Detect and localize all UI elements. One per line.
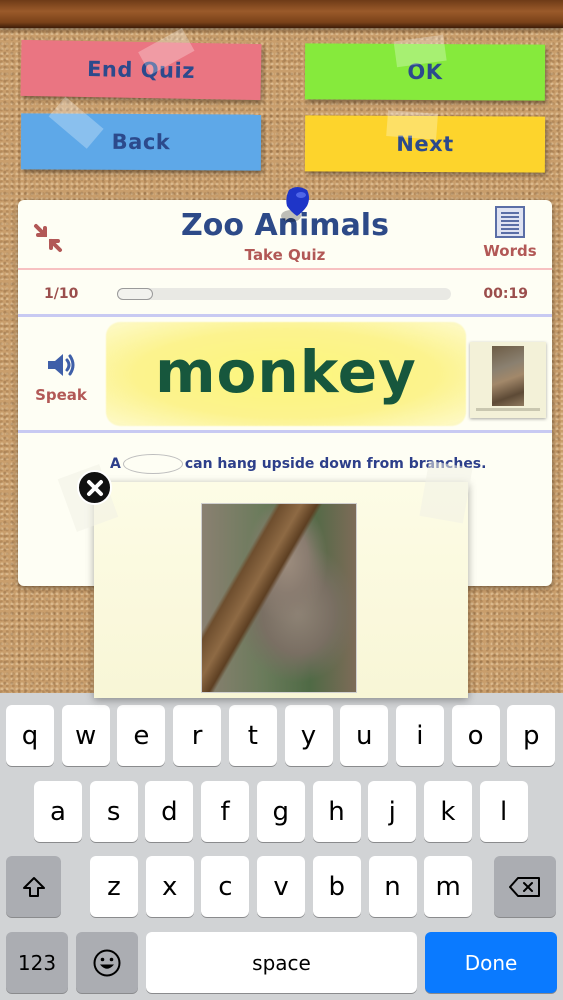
progress-fill (117, 288, 153, 300)
words-label: Words (483, 242, 537, 260)
thumbnail-caption (476, 408, 540, 411)
key-a[interactable]: a (34, 781, 82, 842)
key-o[interactable]: o (451, 705, 500, 766)
key-t[interactable]: t (228, 705, 277, 766)
shift-icon (22, 876, 45, 897)
timer: 00:19 (483, 286, 528, 302)
key-m[interactable]: m (424, 856, 473, 917)
ok-button[interactable]: OK (304, 34, 546, 101)
key-p[interactable]: p (507, 705, 556, 766)
next-button[interactable]: Next (304, 110, 546, 173)
key-b[interactable]: b (312, 856, 361, 917)
key-d[interactable]: d (145, 781, 194, 842)
divider (18, 314, 552, 317)
pushpin-icon (281, 187, 309, 222)
speak-label: Speak (35, 386, 87, 404)
key-r[interactable]: r (173, 705, 222, 766)
divider (18, 268, 552, 270)
words-button[interactable]: Words (480, 206, 540, 264)
key-i[interactable]: i (395, 705, 444, 766)
space-key[interactable]: space (146, 932, 417, 993)
end-quiz-label: End Quiz (86, 57, 196, 83)
key-e[interactable]: e (117, 705, 166, 766)
quiz-subtitle: Take Quiz (244, 246, 326, 264)
question-count: 1/10 (44, 286, 79, 302)
progress-bar (117, 288, 451, 300)
onscreen-keyboard: qwertyuiop asdfghjkl zxcvbnm 123 space D… (0, 693, 563, 1000)
back-button[interactable]: Back (20, 96, 262, 171)
speaker-icon (48, 354, 75, 376)
key-h[interactable]: h (312, 781, 361, 842)
key-q[interactable]: q (6, 705, 54, 766)
key-x[interactable]: x (145, 856, 194, 917)
close-popup-button[interactable] (77, 470, 112, 505)
key-j[interactable]: j (368, 781, 417, 842)
tape-decoration (48, 96, 104, 149)
key-n[interactable]: n (368, 856, 417, 917)
backspace-key[interactable] (494, 856, 556, 917)
tape-decoration (386, 110, 439, 140)
picture-thumbnail[interactable] (470, 342, 546, 418)
emoji-key[interactable] (76, 932, 138, 993)
speak-button[interactable]: Speak (34, 350, 88, 404)
shift-key[interactable] (6, 856, 61, 917)
sentence-before: A (110, 456, 121, 472)
close-icon (86, 479, 103, 496)
key-f[interactable]: f (201, 781, 250, 842)
key-s[interactable]: s (89, 781, 138, 842)
key-z[interactable]: z (90, 856, 138, 917)
target-word: monkey (155, 338, 417, 406)
backspace-icon (509, 876, 540, 897)
key-l[interactable]: l (479, 781, 528, 842)
end-quiz-button[interactable]: End Quiz (20, 27, 262, 101)
key-y[interactable]: y (284, 705, 333, 766)
key-k[interactable]: k (423, 781, 472, 842)
key-c[interactable]: c (201, 856, 250, 917)
monkey-thumbnail-image (492, 346, 524, 406)
divider (18, 430, 552, 433)
key-v[interactable]: v (257, 856, 306, 917)
key-u[interactable]: u (340, 705, 389, 766)
key-w[interactable]: w (61, 705, 110, 766)
back-label: Back (111, 129, 171, 155)
numbers-key[interactable]: 123 (6, 932, 68, 993)
monkey-photo (201, 503, 357, 693)
done-key[interactable]: Done (425, 932, 557, 993)
emoji-icon (93, 949, 121, 976)
word-list-icon (495, 206, 525, 238)
answer-input[interactable] (122, 454, 183, 474)
corkboard-frame (0, 0, 563, 28)
key-g[interactable]: g (256, 781, 305, 842)
